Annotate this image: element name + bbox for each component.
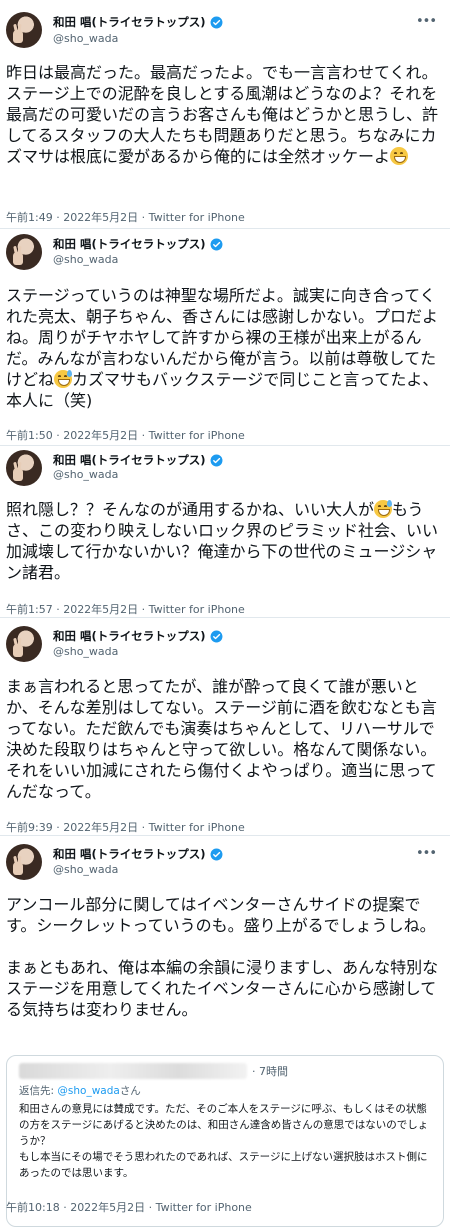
display-name[interactable]: 和田 唱(トライセラトップス) bbox=[53, 846, 223, 862]
handle[interactable]: @sho_wada bbox=[53, 468, 118, 481]
verified-badge-icon bbox=[210, 454, 222, 466]
more-horizontal-icon[interactable]: ••• bbox=[416, 846, 437, 861]
tweet-timestamp[interactable]: 午前1:49 · 2022年5月2日 · Twitter for iPhone bbox=[6, 209, 245, 225]
quote-time: · 7時間 bbox=[252, 1065, 288, 1078]
grinning-face-emoji bbox=[390, 147, 409, 165]
tweet[interactable]: 和田 唱(トライセラトップス) @sho_wada ステージっていうのは神聖な場… bbox=[0, 229, 450, 447]
verified-badge-icon bbox=[210, 848, 222, 860]
verified-badge-icon bbox=[210, 16, 222, 28]
tweet-text: まぁ言われると思ってたが、誰が酔って良くて誰が悪いとか、そんな差別はしてない。ス… bbox=[6, 677, 437, 801]
avatar[interactable] bbox=[6, 844, 42, 880]
handle[interactable]: @sho_wada bbox=[53, 645, 118, 658]
tweet-text: ステージっていうのは神聖な場所だよ。誠実に向き合ってくれた亮太、朝子ちゃん、香さ… bbox=[6, 286, 439, 410]
display-name[interactable]: 和田 唱(トライセラトップス) bbox=[53, 236, 223, 252]
display-name[interactable]: 和田 唱(トライセラトップス) bbox=[53, 452, 223, 468]
tweet-timestamp[interactable]: 午前9:39 · 2022年5月2日 · Twitter for iPhone bbox=[6, 819, 245, 835]
tweet-text: 昨日は最高だった。最高だったよ。でも一言言わせてくれ。ステージ上での泥酔を良しと… bbox=[6, 63, 439, 166]
avatar[interactable] bbox=[6, 450, 42, 486]
blurred-username bbox=[19, 1063, 247, 1079]
tweet[interactable]: 和田 唱(トライセラトップス) @sho_wada ••• アンコール部分に関し… bbox=[0, 836, 450, 1227]
tweet[interactable]: 和田 唱(トライセラトップス) @sho_wada まぁ言われると思ってたが、誰… bbox=[0, 618, 450, 836]
display-name[interactable]: 和田 唱(トライセラトップス) bbox=[53, 14, 223, 30]
reply-to: 返信先: @sho_wadaさん bbox=[19, 1085, 141, 1097]
verified-badge-icon bbox=[210, 630, 222, 642]
avatar[interactable] bbox=[6, 234, 42, 270]
handle[interactable]: @sho_wada bbox=[53, 863, 118, 876]
tweet-text: 照れ隠し？？そんなのが通用するかね、いい大人が もうさ、この変わり映えしないロック… bbox=[6, 500, 439, 582]
tweet-timestamp[interactable]: 午前1:50 · 2022年5月2日 · Twitter for iPhone bbox=[6, 427, 245, 443]
handle[interactable]: @sho_wada bbox=[53, 253, 118, 266]
reply-handle-link[interactable]: @sho_wada bbox=[57, 1085, 119, 1097]
tweet-text: アンコール部分に関してはイベンターさんサイドの提案です。シークレットっていうのも… bbox=[6, 895, 439, 1019]
tweet[interactable]: 和田 唱(トライセラトップス) @sho_wada 照れ隠し？？そんなのが通用す… bbox=[0, 446, 450, 618]
quote-text: 和田さんの意見には賛成です。ただ、そのご本人をステージに呼ぶ、もしくはその状態の… bbox=[19, 1103, 429, 1179]
display-name[interactable]: 和田 唱(トライセラトップス) bbox=[53, 628, 223, 644]
verified-badge-icon bbox=[210, 238, 222, 250]
avatar[interactable] bbox=[6, 12, 42, 48]
grinning-sweat-face-emoji bbox=[374, 500, 393, 518]
avatar[interactable] bbox=[6, 626, 42, 662]
tweet[interactable]: 和田 唱(トライセラトップス) @sho_wada ••• 昨日は最高だった。最… bbox=[0, 0, 450, 230]
tweet-timestamp[interactable]: 午前10:18 · 2022年5月2日 · Twitter for iPhone bbox=[6, 1199, 252, 1215]
handle[interactable]: @sho_wada bbox=[53, 32, 118, 45]
tweet-timestamp[interactable]: 午前1:57 · 2022年5月2日 · Twitter for iPhone bbox=[6, 601, 245, 617]
grinning-sweat-face-emoji bbox=[54, 370, 73, 388]
more-horizontal-icon[interactable]: ••• bbox=[416, 14, 437, 29]
